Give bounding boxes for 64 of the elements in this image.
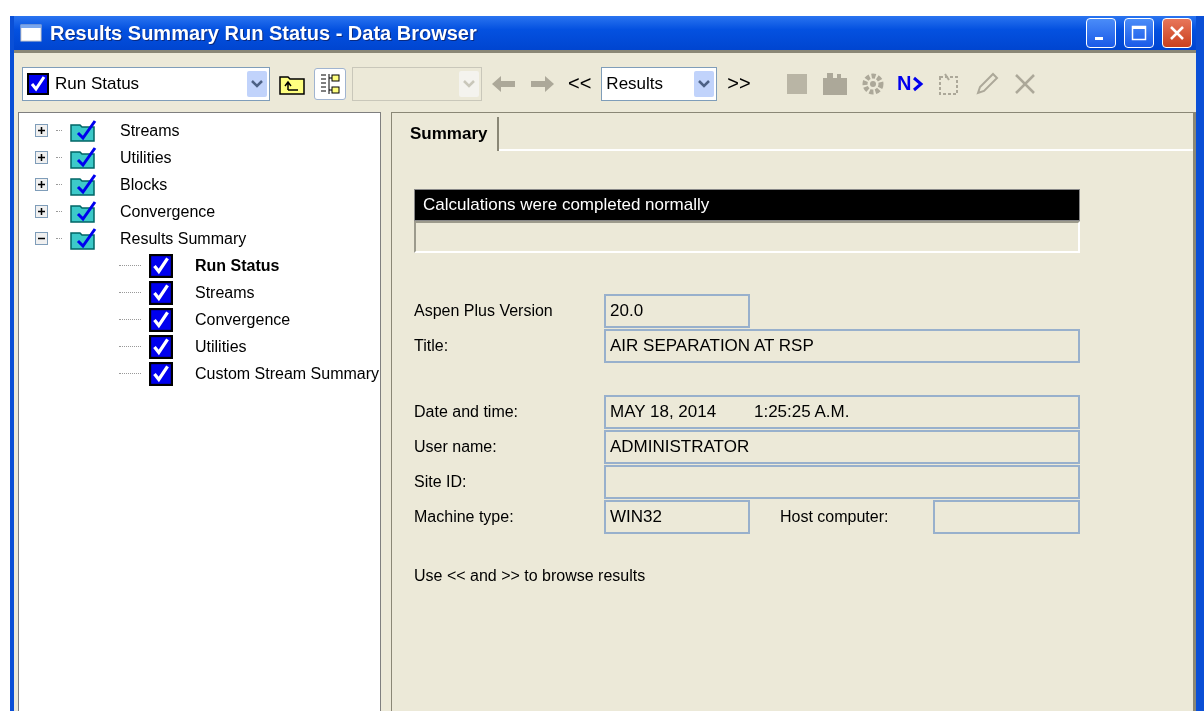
field-label: User name: [414, 437, 498, 456]
arrow-right-icon [912, 75, 925, 92]
value-field: MAY 18, 2014 1:25:25 A.M. [604, 394, 1080, 429]
window-title: Results Summary Run Status - Data Browser [50, 21, 478, 45]
checkbox-icon [27, 72, 49, 95]
grid-sheet-icon [784, 71, 809, 96]
minimize-button[interactable] [1086, 18, 1116, 48]
forward-arrow-icon [528, 73, 556, 94]
tree-item[interactable]: Blocks [120, 175, 168, 194]
tree-view-icon [319, 71, 341, 96]
delete-icon [1013, 72, 1036, 95]
expand-icon[interactable] [35, 205, 48, 218]
folder-check-icon [70, 119, 98, 142]
checkbox-icon [149, 280, 173, 305]
tree-item[interactable]: Utilities [120, 148, 172, 167]
close-button[interactable] [1162, 18, 1192, 48]
value-field: WIN32 [604, 499, 750, 534]
form-select[interactable]: Run Status [22, 66, 270, 101]
next-button[interactable]: >> [723, 72, 755, 95]
checkbox-icon [149, 334, 173, 359]
status-message: Calculations were completed normally [414, 189, 1080, 221]
dashed-page-icon [936, 71, 961, 96]
expand-icon[interactable] [35, 124, 48, 137]
tree-item[interactable]: Utilities [195, 337, 247, 356]
field-label: Host computer: [779, 507, 890, 526]
maximize-button[interactable] [1124, 18, 1154, 48]
folder-check-icon [70, 227, 98, 250]
tree-item[interactable]: Streams [195, 283, 255, 302]
collapse-icon[interactable] [35, 232, 48, 245]
hint-text: Use << and >> to browse results [414, 567, 647, 585]
tree-item[interactable]: Convergence [120, 202, 216, 221]
value-field: AIR SEPARATION AT RSP [604, 328, 1080, 363]
field-label: Aspen Plus Version [414, 301, 554, 320]
field-label: Title: [414, 336, 450, 355]
tree-item[interactable]: Custom Stream Summary [195, 364, 380, 383]
chart-sheet-icon [820, 70, 849, 97]
sheet-select[interactable]: Results [601, 66, 718, 101]
checkbox-icon [149, 361, 173, 386]
expand-icon[interactable] [35, 178, 48, 191]
folder-check-icon [70, 200, 98, 223]
folder-check-icon [70, 146, 98, 169]
window-icon [20, 24, 42, 42]
tree-item[interactable]: Results Summary [120, 229, 247, 248]
value-field: ADMINISTRATOR [604, 429, 1080, 464]
tree-toggle-button[interactable] [314, 67, 346, 100]
folder-check-icon [70, 173, 98, 196]
tree-item[interactable]: Run Status [195, 256, 280, 275]
field-label: Machine type: [414, 507, 515, 526]
maximize-icon [1131, 25, 1147, 41]
tree-item[interactable]: Streams [120, 121, 180, 140]
expand-icon[interactable] [35, 151, 48, 164]
tab[interactable]: Summary [400, 117, 500, 151]
field-label: Site ID: [414, 472, 468, 491]
pencil-icon [974, 71, 999, 96]
checkbox-icon [149, 307, 173, 332]
close-icon [1169, 25, 1185, 41]
tree-item[interactable]: Convergence [195, 310, 291, 329]
field-label: Date and time: [414, 402, 520, 421]
checkbox-icon [149, 253, 173, 278]
next-button[interactable]: N [894, 67, 927, 100]
back-arrow-icon [490, 73, 518, 94]
previous-button[interactable]: << [564, 72, 596, 95]
minimize-icon [1095, 36, 1103, 40]
value-field: 20.0 [604, 293, 750, 328]
